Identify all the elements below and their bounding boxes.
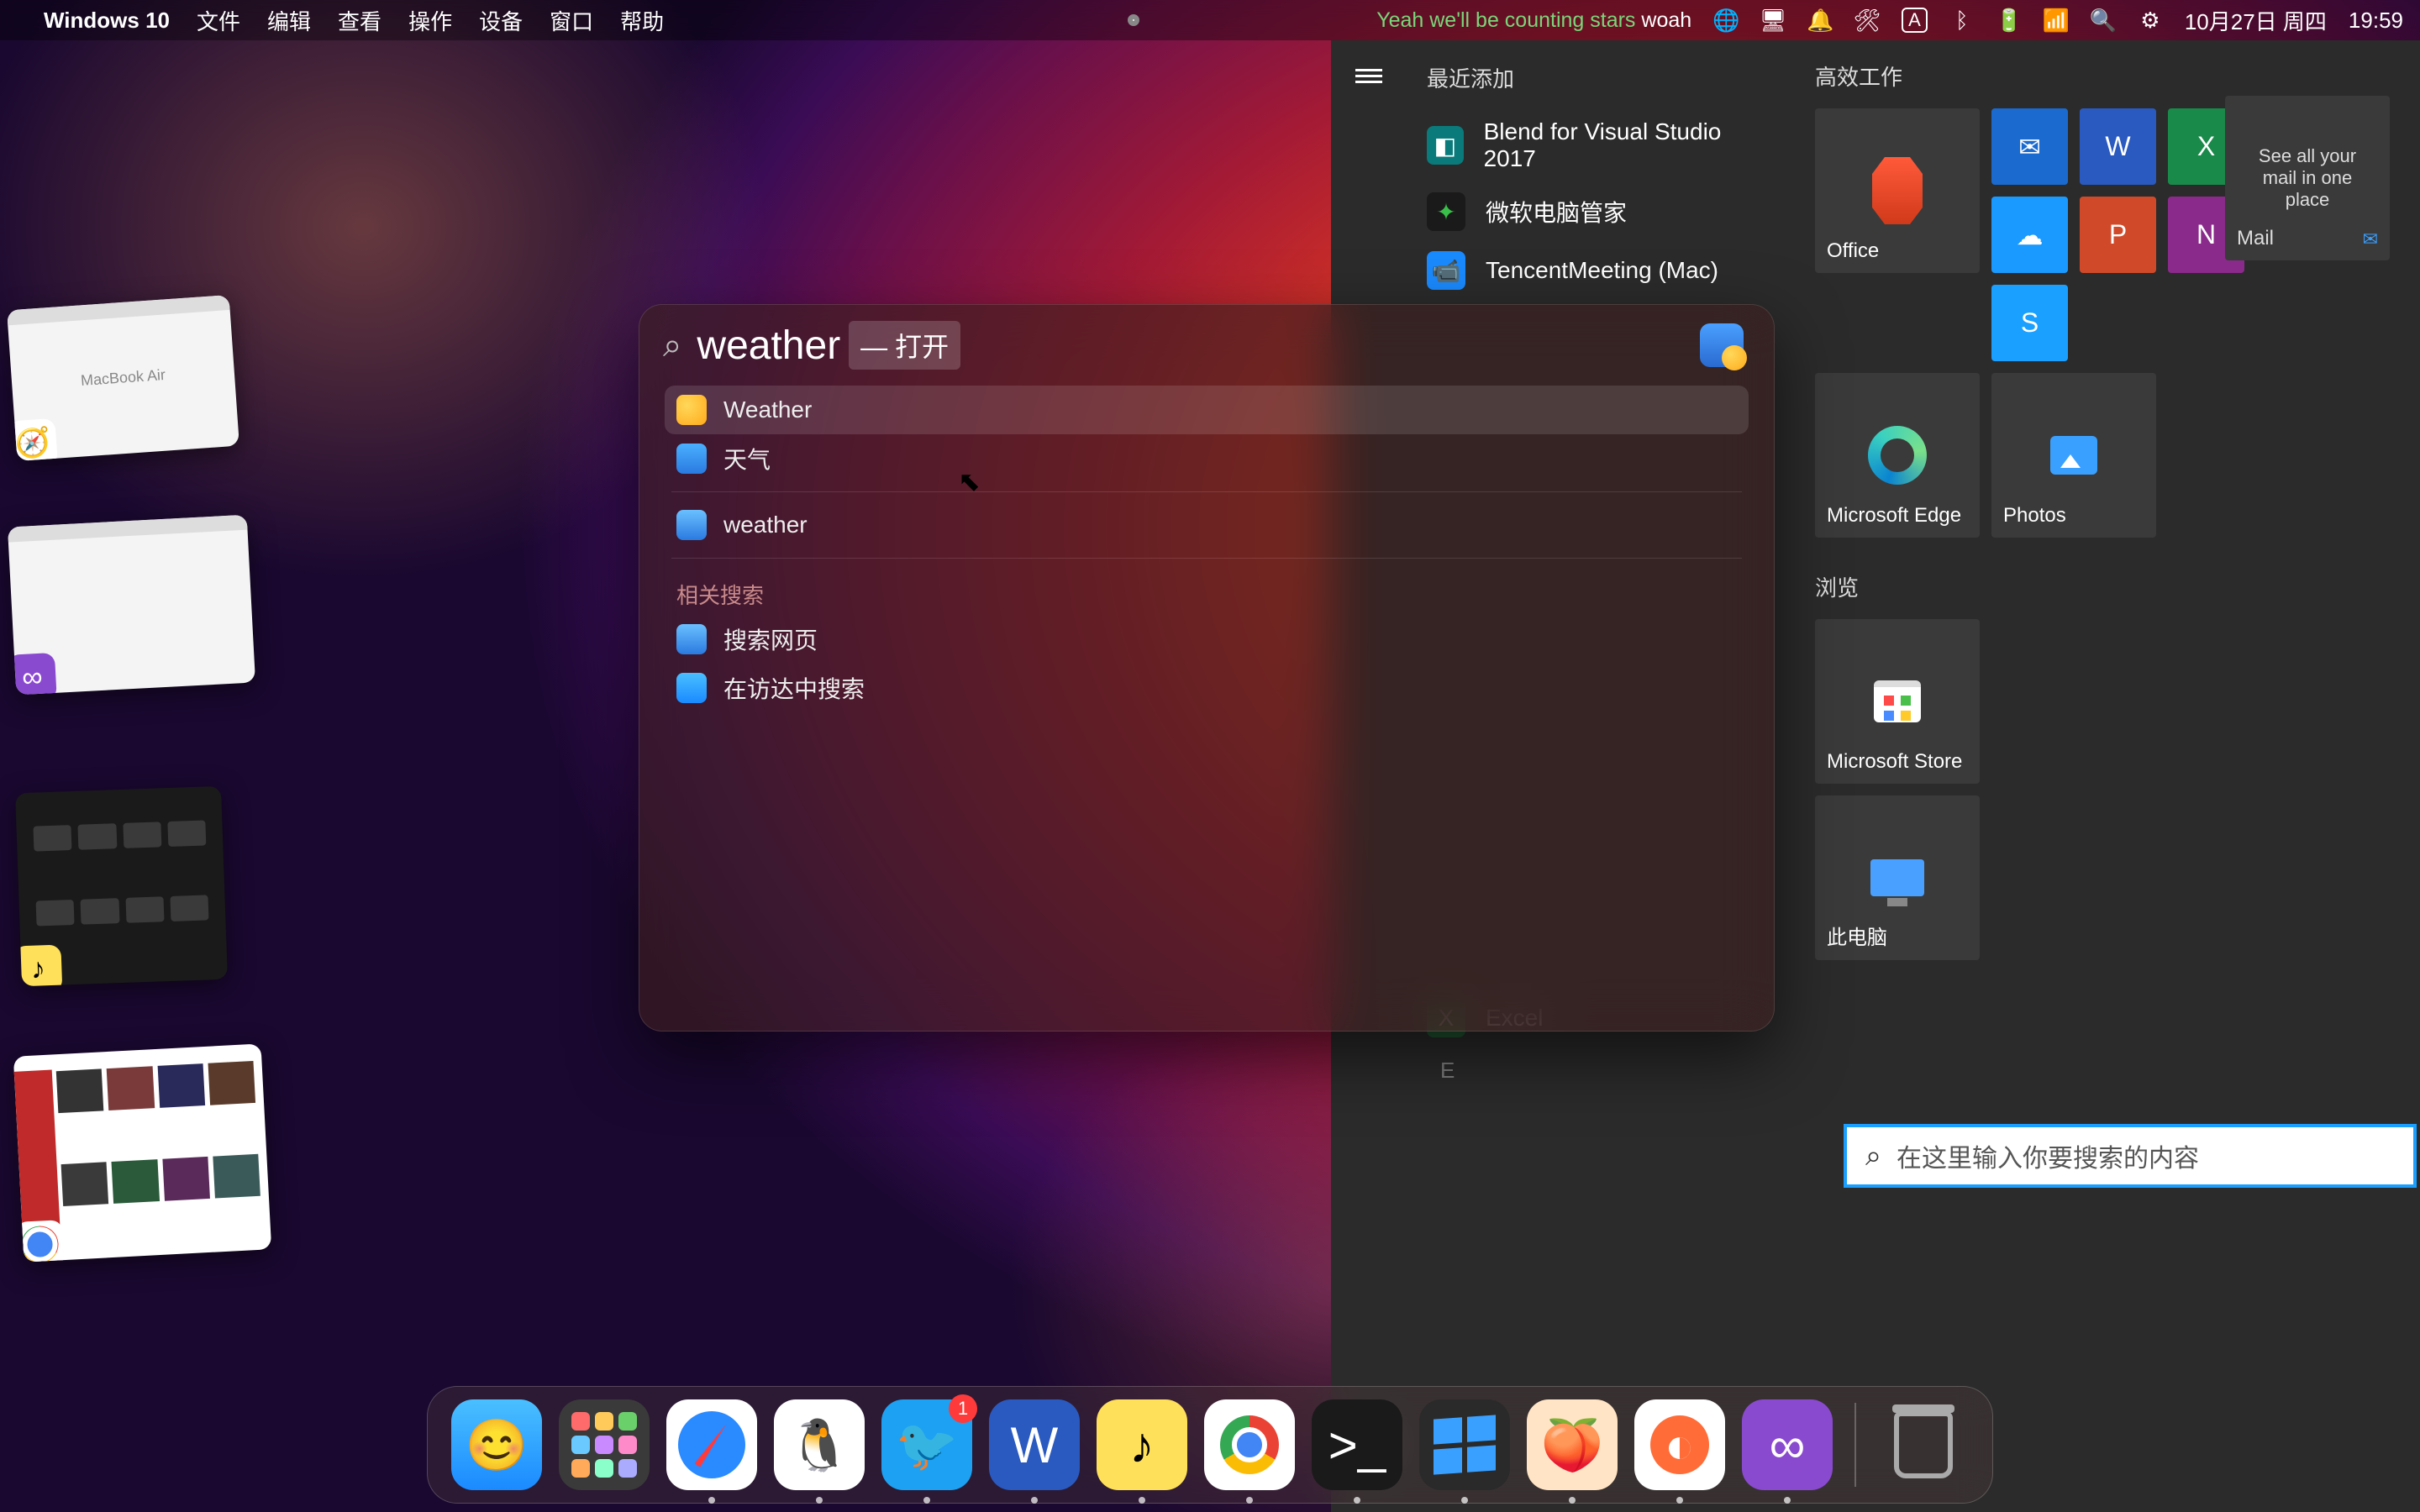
qqmusic-badge-icon: ♪ bbox=[15, 945, 62, 987]
spotlight-related-searchfinder[interactable]: 在访达中搜索 bbox=[665, 664, 1749, 712]
windows-search-placeholder: 在这里输入你要搜索的内容 bbox=[1897, 1137, 2199, 1174]
finder-small-icon bbox=[676, 673, 707, 703]
menu-window[interactable]: 窗口 bbox=[550, 5, 593, 36]
dock-launchpad[interactable] bbox=[559, 1399, 650, 1490]
tile-mail[interactable]: See all your mail in one place Mail ✉ bbox=[2225, 96, 2390, 260]
office-icon bbox=[1872, 157, 1923, 224]
start-app-blend[interactable]: ◧ Blend for Visual Studio 2017 bbox=[1407, 108, 1785, 182]
dock-safari[interactable] bbox=[666, 1399, 757, 1490]
tile-powerpoint[interactable]: P bbox=[2080, 197, 2156, 273]
tile-edge[interactable]: Microsoft Edge bbox=[1815, 373, 1980, 538]
menubar-time[interactable]: 19:59 bbox=[2349, 8, 2403, 34]
mail-icon: ✉ bbox=[2363, 228, 2378, 250]
spotlight-related-heading: 相关搜索 bbox=[665, 567, 1749, 615]
tile-skype[interactable]: S bbox=[1991, 285, 2068, 361]
macos-dock: 😊 🐧 🐦1 W ♪ >_ 🍑 ◐ ∞ bbox=[427, 1386, 1993, 1504]
start-app-pcmanager[interactable]: ✦ 微软电脑管家 bbox=[1407, 182, 1785, 241]
trash-icon bbox=[1894, 1411, 1953, 1478]
safari-small-icon bbox=[676, 624, 707, 654]
divider bbox=[671, 558, 1742, 559]
input-source-icon[interactable]: A bbox=[1902, 8, 1928, 33]
window-thumb-1[interactable]: MacBook Air 🧭 bbox=[7, 295, 239, 461]
dock-postman[interactable]: ◐ bbox=[1634, 1399, 1725, 1490]
menu-edit[interactable]: 编辑 bbox=[267, 5, 311, 36]
display-mirror-icon[interactable]: 🖥 bbox=[1760, 8, 1786, 33]
dock-chrome[interactable] bbox=[1204, 1399, 1295, 1490]
magnifier-icon: ⌕ bbox=[663, 327, 681, 365]
weather-sun-icon bbox=[676, 395, 707, 425]
blend-icon: ◧ bbox=[1427, 126, 1464, 165]
edge-icon bbox=[1868, 426, 1927, 485]
tools-icon[interactable]: 🛠 bbox=[1854, 8, 1880, 33]
bluetooth-icon[interactable]: ᛒ bbox=[1949, 8, 1975, 33]
recent-added-heading: 最近添加 bbox=[1407, 62, 1785, 108]
dock-qq[interactable]: 🐧 bbox=[774, 1399, 865, 1490]
wifi-icon[interactable]: 📶 bbox=[2044, 8, 2069, 33]
spotlight-search-row[interactable]: ⌕ weather — 打开 bbox=[639, 305, 1774, 386]
dock-qqmusic[interactable]: ♪ bbox=[1097, 1399, 1187, 1490]
window-thumb-3[interactable]: ♪ bbox=[15, 786, 228, 986]
control-center-icon[interactable]: ⚙ bbox=[2138, 8, 2163, 33]
spotlight-result-tianqi[interactable]: 天气 bbox=[665, 434, 1749, 483]
spotlight-top-hit-icon bbox=[1700, 323, 1744, 367]
globe-icon[interactable]: 🌐 bbox=[1713, 8, 1739, 33]
tile-group-browse: 浏览 bbox=[1815, 571, 2390, 602]
menu-view[interactable]: 查看 bbox=[338, 5, 381, 36]
start-app-letter-e: E bbox=[1407, 1047, 1785, 1094]
dock-windows10[interactable] bbox=[1419, 1399, 1510, 1490]
start-app-tencentmeeting[interactable]: 📹 TencentMeeting (Mac) bbox=[1407, 241, 1785, 300]
thispc-icon bbox=[1870, 859, 1924, 896]
dock-trash[interactable] bbox=[1878, 1399, 1969, 1490]
divider bbox=[671, 491, 1742, 492]
dock-twitter[interactable]: 🐦1 bbox=[881, 1399, 972, 1490]
spotlight-result-weather[interactable]: Weather bbox=[665, 386, 1749, 434]
search-icon: ⌕ bbox=[1865, 1140, 1881, 1173]
twitter-badge: 1 bbox=[949, 1394, 977, 1423]
menu-file[interactable]: 文件 bbox=[197, 5, 240, 36]
dock-word[interactable]: W bbox=[989, 1399, 1080, 1490]
tile-group-productivity: 高效工作 bbox=[1815, 60, 2390, 92]
spotlight-hint: — 打开 bbox=[849, 321, 960, 370]
dock-terminal[interactable]: >_ bbox=[1312, 1399, 1402, 1490]
tile-onedrive[interactable]: ☁ bbox=[1991, 197, 2068, 273]
store-icon bbox=[1874, 680, 1921, 722]
hamburger-icon[interactable] bbox=[1355, 66, 1382, 87]
macos-menubar: Windows 10 文件 编辑 查看 操作 设备 窗口 帮助 Yeah we'… bbox=[0, 0, 2420, 40]
spotlight-result-weather-web[interactable]: weather bbox=[665, 501, 1749, 549]
tile-photos[interactable]: Photos bbox=[1991, 373, 2156, 538]
recording-indicator-icon[interactable] bbox=[1128, 14, 1139, 26]
menubar-date[interactable]: 10月27日 周四 bbox=[2185, 5, 2327, 36]
spotlight-panel: ⌕ weather — 打开 Weather 天气 weather 相关搜索 搜… bbox=[639, 304, 1775, 1032]
window-thumb-4[interactable] bbox=[13, 1043, 271, 1262]
tile-store[interactable]: Microsoft Store bbox=[1815, 619, 1980, 784]
menu-device[interactable]: 设备 bbox=[479, 5, 523, 36]
mouse-cursor-icon: ⬉ bbox=[958, 465, 981, 497]
window-thumb-2[interactable]: ∞ bbox=[8, 515, 255, 696]
menu-help[interactable]: 帮助 bbox=[620, 5, 664, 36]
menubar-app-name[interactable]: Windows 10 bbox=[44, 8, 170, 34]
spotlight-query[interactable]: weather bbox=[697, 323, 840, 369]
tile-outlook[interactable]: ✉ bbox=[1991, 108, 2068, 185]
search-icon[interactable]: 🔍 bbox=[2091, 8, 2116, 33]
windows-search-box[interactable]: ⌕ 在这里输入你要搜索的内容 bbox=[1844, 1124, 2417, 1188]
battery-icon[interactable]: 🔋 bbox=[1996, 8, 2022, 33]
weather-blue-icon bbox=[676, 444, 707, 474]
dock-visualstudio[interactable]: ∞ bbox=[1742, 1399, 1833, 1490]
dock-filezilla[interactable]: 🍑 bbox=[1527, 1399, 1618, 1490]
tile-thispc[interactable]: 此电脑 bbox=[1815, 795, 1980, 960]
photos-icon bbox=[2050, 436, 2097, 475]
spotlight-related-searchweb[interactable]: 搜索网页 bbox=[665, 615, 1749, 664]
start-tile-area: 高效工作 Office ✉ W ☁ P X N S See all your m… bbox=[1785, 40, 2420, 1512]
pcmanager-icon: ✦ bbox=[1427, 192, 1465, 231]
dock-finder[interactable]: 😊 bbox=[451, 1399, 542, 1490]
notification-bell-icon[interactable]: 🔔 bbox=[1807, 8, 1833, 33]
tile-office[interactable]: Office bbox=[1815, 108, 1980, 273]
dock-separator bbox=[1854, 1403, 1856, 1487]
tile-word[interactable]: W bbox=[2080, 108, 2156, 185]
tencentmeeting-icon: 📹 bbox=[1427, 251, 1465, 290]
now-playing-text[interactable]: Yeah we'll be counting stars woah bbox=[1376, 8, 1691, 33]
menu-action[interactable]: 操作 bbox=[408, 5, 452, 36]
safari-small-icon bbox=[676, 510, 707, 540]
